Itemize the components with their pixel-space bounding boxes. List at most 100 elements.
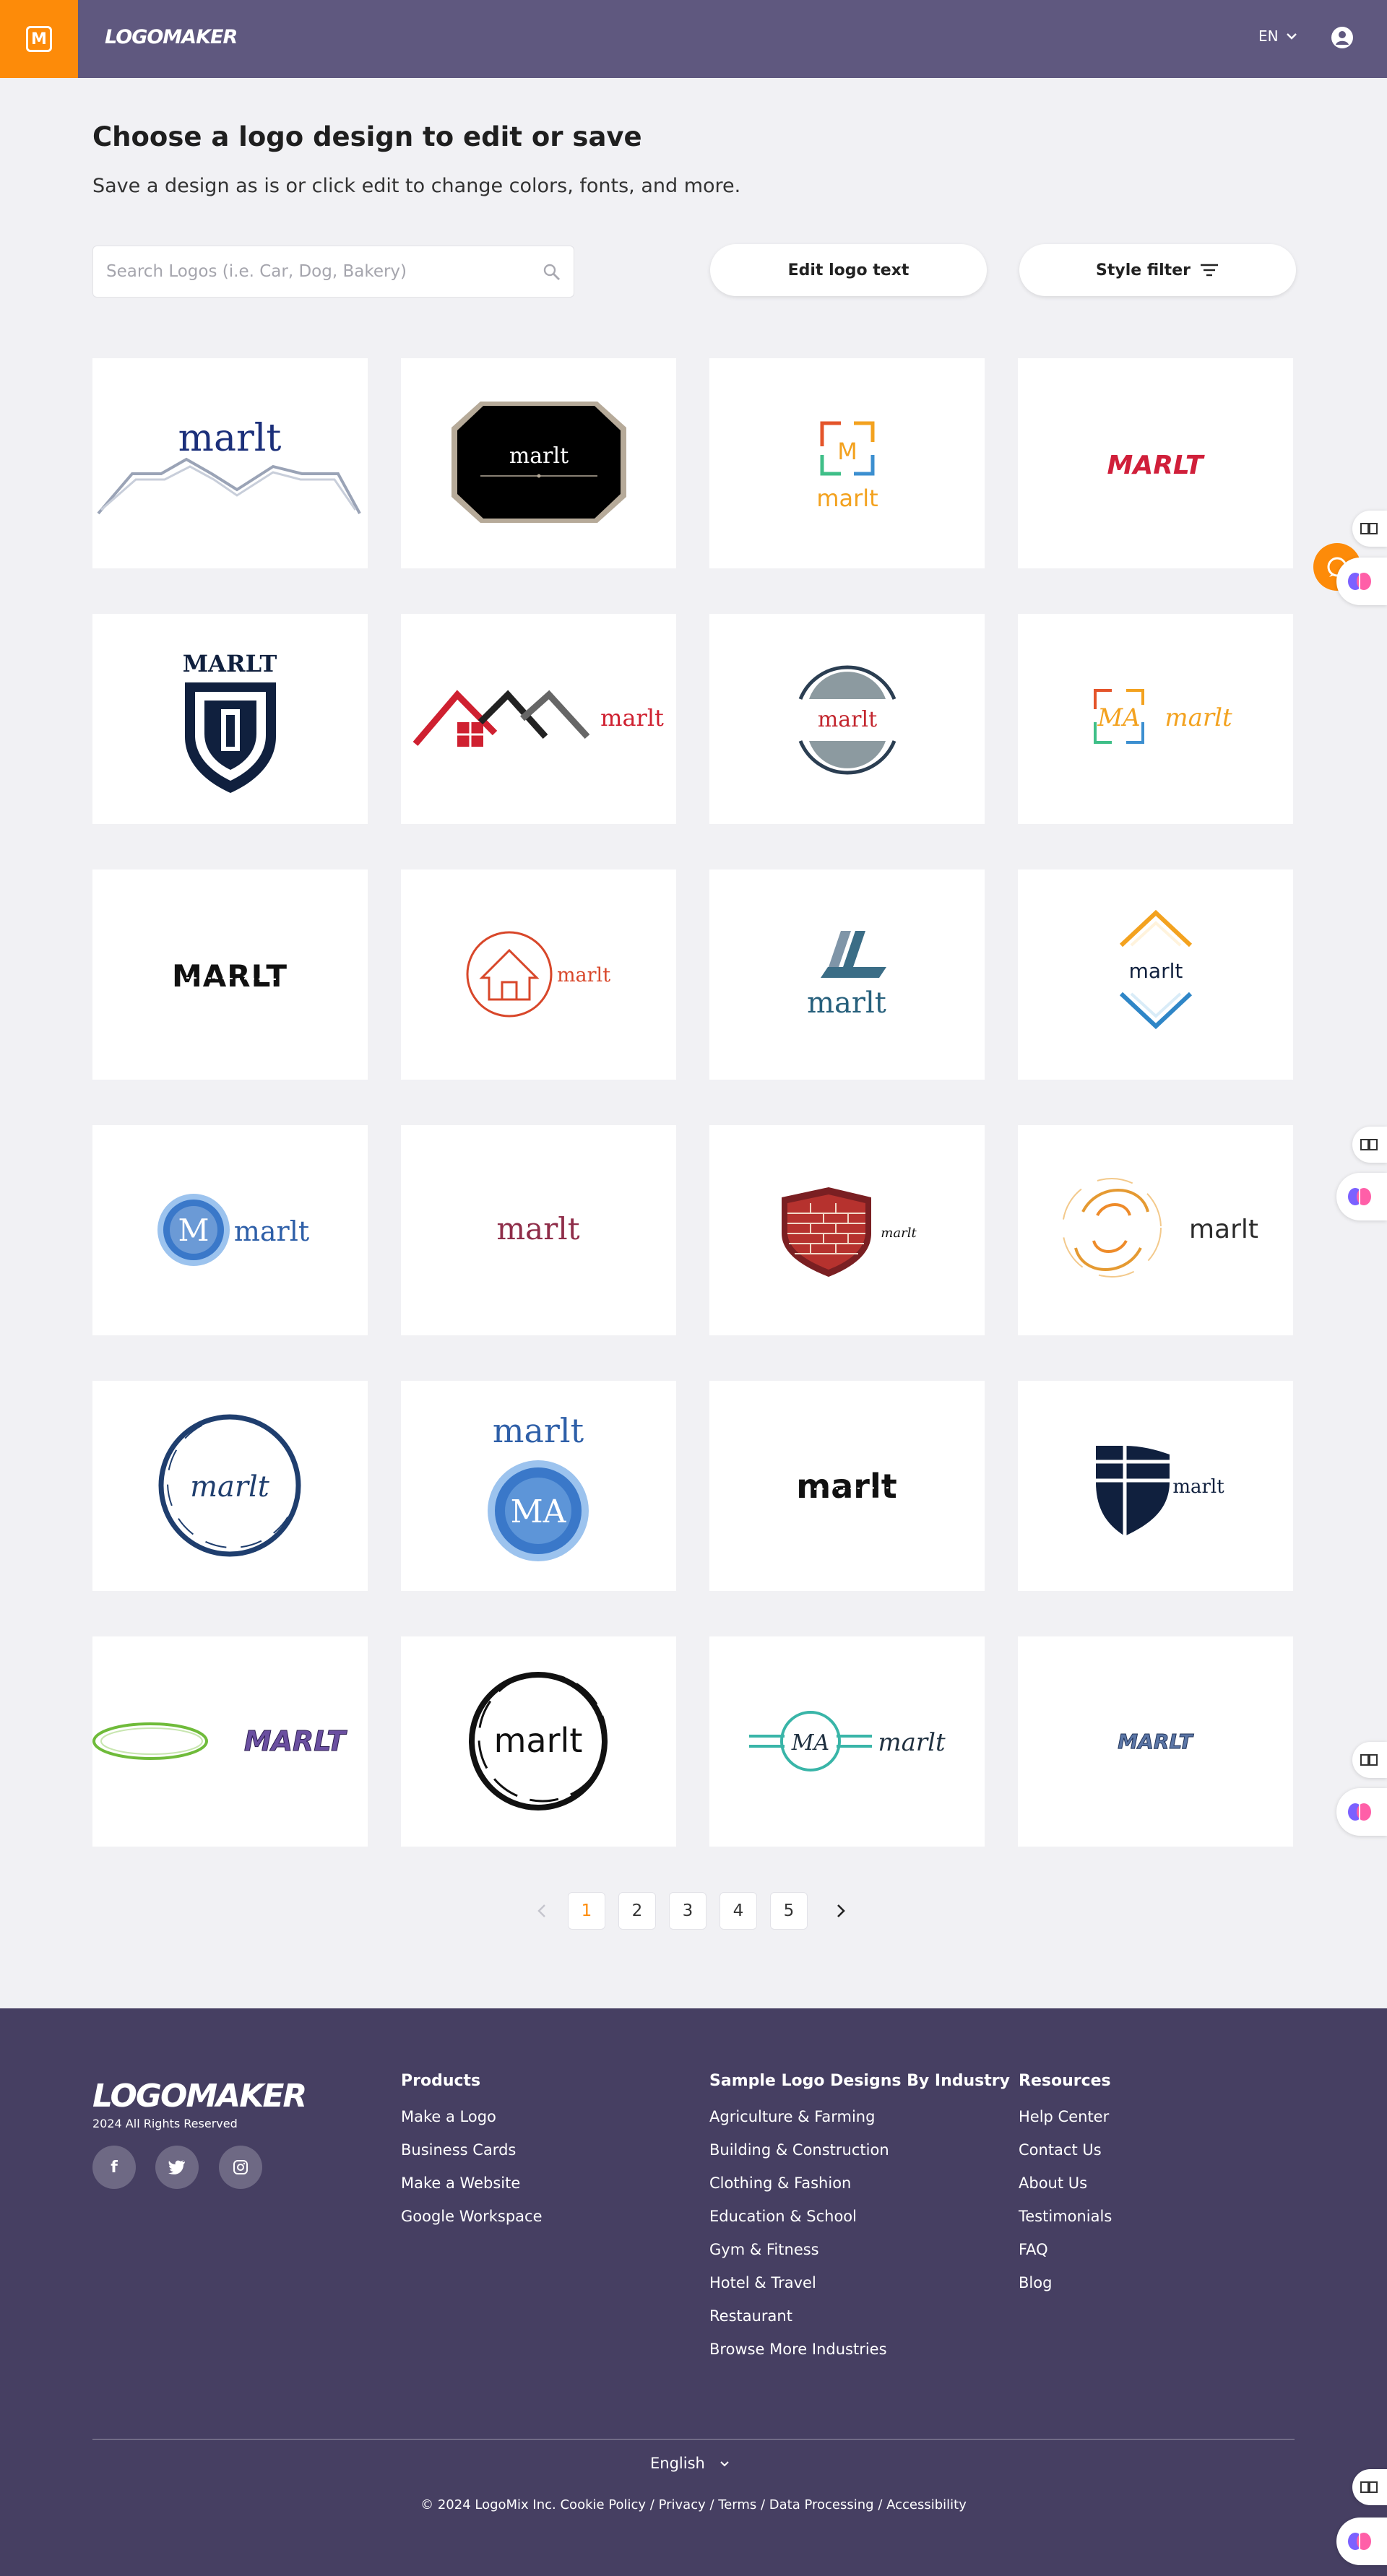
footer-logomaker-wordmark[interactable]: LOGOMAKER bbox=[92, 2078, 307, 2115]
footer-link[interactable]: Building & Construction bbox=[709, 2133, 1010, 2167]
logo-card[interactable]: marlt bbox=[709, 1381, 985, 1591]
logo-card[interactable]: marlt bbox=[401, 614, 676, 824]
brand-logo-button[interactable]: M bbox=[0, 0, 78, 78]
footer-language-dropdown[interactable]: English bbox=[650, 2455, 730, 2472]
footer-link[interactable]: Blog bbox=[1019, 2266, 1112, 2299]
page-4-button[interactable]: 4 bbox=[720, 1892, 757, 1930]
logo-text: marlt bbox=[234, 1215, 309, 1247]
footer-link[interactable]: Restaurant bbox=[709, 2299, 1010, 2333]
footer-link[interactable]: Agriculture & Farming bbox=[709, 2100, 1010, 2133]
page-1-button[interactable]: 1 bbox=[568, 1892, 605, 1930]
logo-text: MARLT bbox=[183, 650, 277, 677]
logo-card[interactable]: M marlt bbox=[709, 358, 985, 568]
search-icon[interactable] bbox=[542, 262, 562, 282]
footer-link[interactable]: Contact Us bbox=[1019, 2133, 1112, 2167]
footer-legal-links[interactable]: © 2024 LogoMix Inc. Cookie Policy / Priv… bbox=[0, 2497, 1387, 2512]
book-icon bbox=[1360, 1139, 1378, 1150]
reader-widget-button[interactable] bbox=[1352, 1127, 1387, 1163]
ai-brain-widget-button[interactable] bbox=[1336, 2518, 1387, 2565]
logo-card[interactable]: MARLT bbox=[92, 869, 368, 1080]
logo-text: marlt bbox=[796, 1467, 896, 1506]
page-2-button[interactable]: 2 bbox=[618, 1892, 656, 1930]
account-icon[interactable] bbox=[1331, 27, 1353, 48]
footer-link[interactable]: Help Center bbox=[1019, 2100, 1112, 2133]
reader-widget-button[interactable] bbox=[1352, 511, 1387, 547]
page-3-button[interactable]: 3 bbox=[669, 1892, 707, 1930]
footer-link[interactable]: Education & School bbox=[709, 2200, 1010, 2233]
site-footer: LOGOMAKER 2024 All Rights Reserved f Pro… bbox=[0, 2008, 1387, 2576]
logo-card[interactable]: MARLT bbox=[92, 614, 368, 824]
twitter-icon[interactable] bbox=[155, 2146, 199, 2189]
footer-link[interactable]: Gym & Fitness bbox=[709, 2233, 1010, 2266]
footer-link[interactable]: Hotel & Travel bbox=[709, 2266, 1010, 2299]
footer-products-column: Products Make a Logo Business Cards Make… bbox=[401, 2072, 543, 2233]
logo-card[interactable]: marlt bbox=[401, 1636, 676, 1847]
logo-card[interactable]: MA marlt bbox=[709, 1636, 985, 1847]
logo-card[interactable]: marlt bbox=[709, 614, 985, 824]
logo-card[interactable]: marlt bbox=[92, 358, 368, 568]
logo-card[interactable]: marlt bbox=[709, 869, 985, 1080]
footer-link[interactable]: Google Workspace bbox=[401, 2200, 543, 2233]
style-filter-button[interactable]: Style filter bbox=[1019, 244, 1296, 296]
brand-m-icon: M bbox=[26, 26, 52, 52]
edit-logo-text-button[interactable]: Edit logo text bbox=[710, 244, 987, 296]
logo-text: marlt bbox=[881, 1226, 917, 1241]
pagination: 1 2 3 4 5 bbox=[527, 1892, 855, 1930]
footer-industries-heading: Sample Logo Designs By Industry bbox=[709, 2072, 1010, 2090]
footer-link[interactable]: About Us bbox=[1019, 2167, 1112, 2200]
language-dropdown[interactable]: EN bbox=[1258, 27, 1297, 45]
logo-mark: M bbox=[837, 438, 857, 465]
logo-mark: MA bbox=[511, 1493, 567, 1530]
footer-link[interactable]: Business Cards bbox=[401, 2133, 543, 2167]
footer-link[interactable]: Browse More Industries bbox=[709, 2333, 1010, 2366]
logo-card[interactable]: marlt bbox=[1018, 1125, 1293, 1335]
next-page-button[interactable] bbox=[826, 1892, 855, 1930]
logo-text: marlt bbox=[494, 1721, 583, 1760]
logo-text: marlt bbox=[878, 1728, 946, 1757]
logo-card[interactable]: marlt bbox=[401, 869, 676, 1080]
logo-text: MARLT bbox=[172, 958, 288, 994]
logo-card[interactable]: MA marlt bbox=[1018, 614, 1293, 824]
logo-card[interactable]: marlt bbox=[92, 1381, 368, 1591]
chevron-down-icon bbox=[720, 2460, 729, 2466]
ai-brain-widget-button[interactable] bbox=[1336, 1788, 1387, 1836]
ai-brain-widget-button[interactable] bbox=[1336, 1173, 1387, 1220]
footer-rights-reserved: 2024 All Rights Reserved bbox=[92, 2117, 238, 2130]
logo-card[interactable]: marlt MA bbox=[401, 1381, 676, 1591]
ai-brain-widget-button[interactable] bbox=[1336, 558, 1387, 605]
logo-card[interactable]: MARLT bbox=[92, 1636, 368, 1847]
logomaker-wordmark[interactable]: LOGOMAKER bbox=[105, 26, 238, 48]
logo-text: MARLT bbox=[1107, 451, 1205, 480]
style-filter-label: Style filter bbox=[1096, 261, 1191, 279]
logo-card[interactable]: marlt bbox=[401, 1125, 676, 1335]
logo-mark: MA bbox=[1097, 703, 1140, 732]
instagram-icon[interactable] bbox=[219, 2146, 262, 2189]
reader-widget-button[interactable] bbox=[1352, 1742, 1387, 1778]
logo-card[interactable]: marlt bbox=[1018, 869, 1293, 1080]
logo-card[interactable]: M marlt bbox=[92, 1125, 368, 1335]
logo-text: marlt bbox=[493, 1411, 584, 1450]
footer-link[interactable]: Testimonials bbox=[1019, 2200, 1112, 2233]
logo-card[interactable]: marlt bbox=[709, 1125, 985, 1335]
page-subtitle: Save a design as is or click edit to cha… bbox=[92, 175, 741, 197]
footer-link[interactable]: FAQ bbox=[1019, 2233, 1112, 2266]
page-5-button[interactable]: 5 bbox=[770, 1892, 808, 1930]
facebook-icon[interactable]: f bbox=[92, 2146, 136, 2189]
logo-text: marlt bbox=[1129, 959, 1183, 983]
logo-card[interactable]: marlt bbox=[401, 358, 676, 568]
logo-card[interactable]: marlt bbox=[1018, 1381, 1293, 1591]
footer-link[interactable]: Clothing & Fashion bbox=[709, 2167, 1010, 2200]
logo-text: marlt bbox=[600, 704, 664, 732]
logo-card[interactable]: MARLT bbox=[1018, 358, 1293, 568]
logo-card[interactable]: MARLT bbox=[1018, 1636, 1293, 1847]
footer-link[interactable]: Make a Logo bbox=[401, 2100, 543, 2133]
brain-icon bbox=[1348, 1803, 1371, 1821]
book-icon bbox=[1360, 523, 1378, 534]
logo-text: marlt bbox=[178, 417, 282, 460]
reader-widget-button[interactable] bbox=[1352, 2469, 1387, 2505]
edit-logo-text-label: Edit logo text bbox=[787, 261, 909, 279]
footer-link[interactable]: Make a Website bbox=[401, 2167, 543, 2200]
logo-text: marlt bbox=[1189, 1215, 1258, 1244]
previous-page-button[interactable] bbox=[527, 1892, 556, 1930]
logo-search-input[interactable] bbox=[93, 246, 527, 297]
